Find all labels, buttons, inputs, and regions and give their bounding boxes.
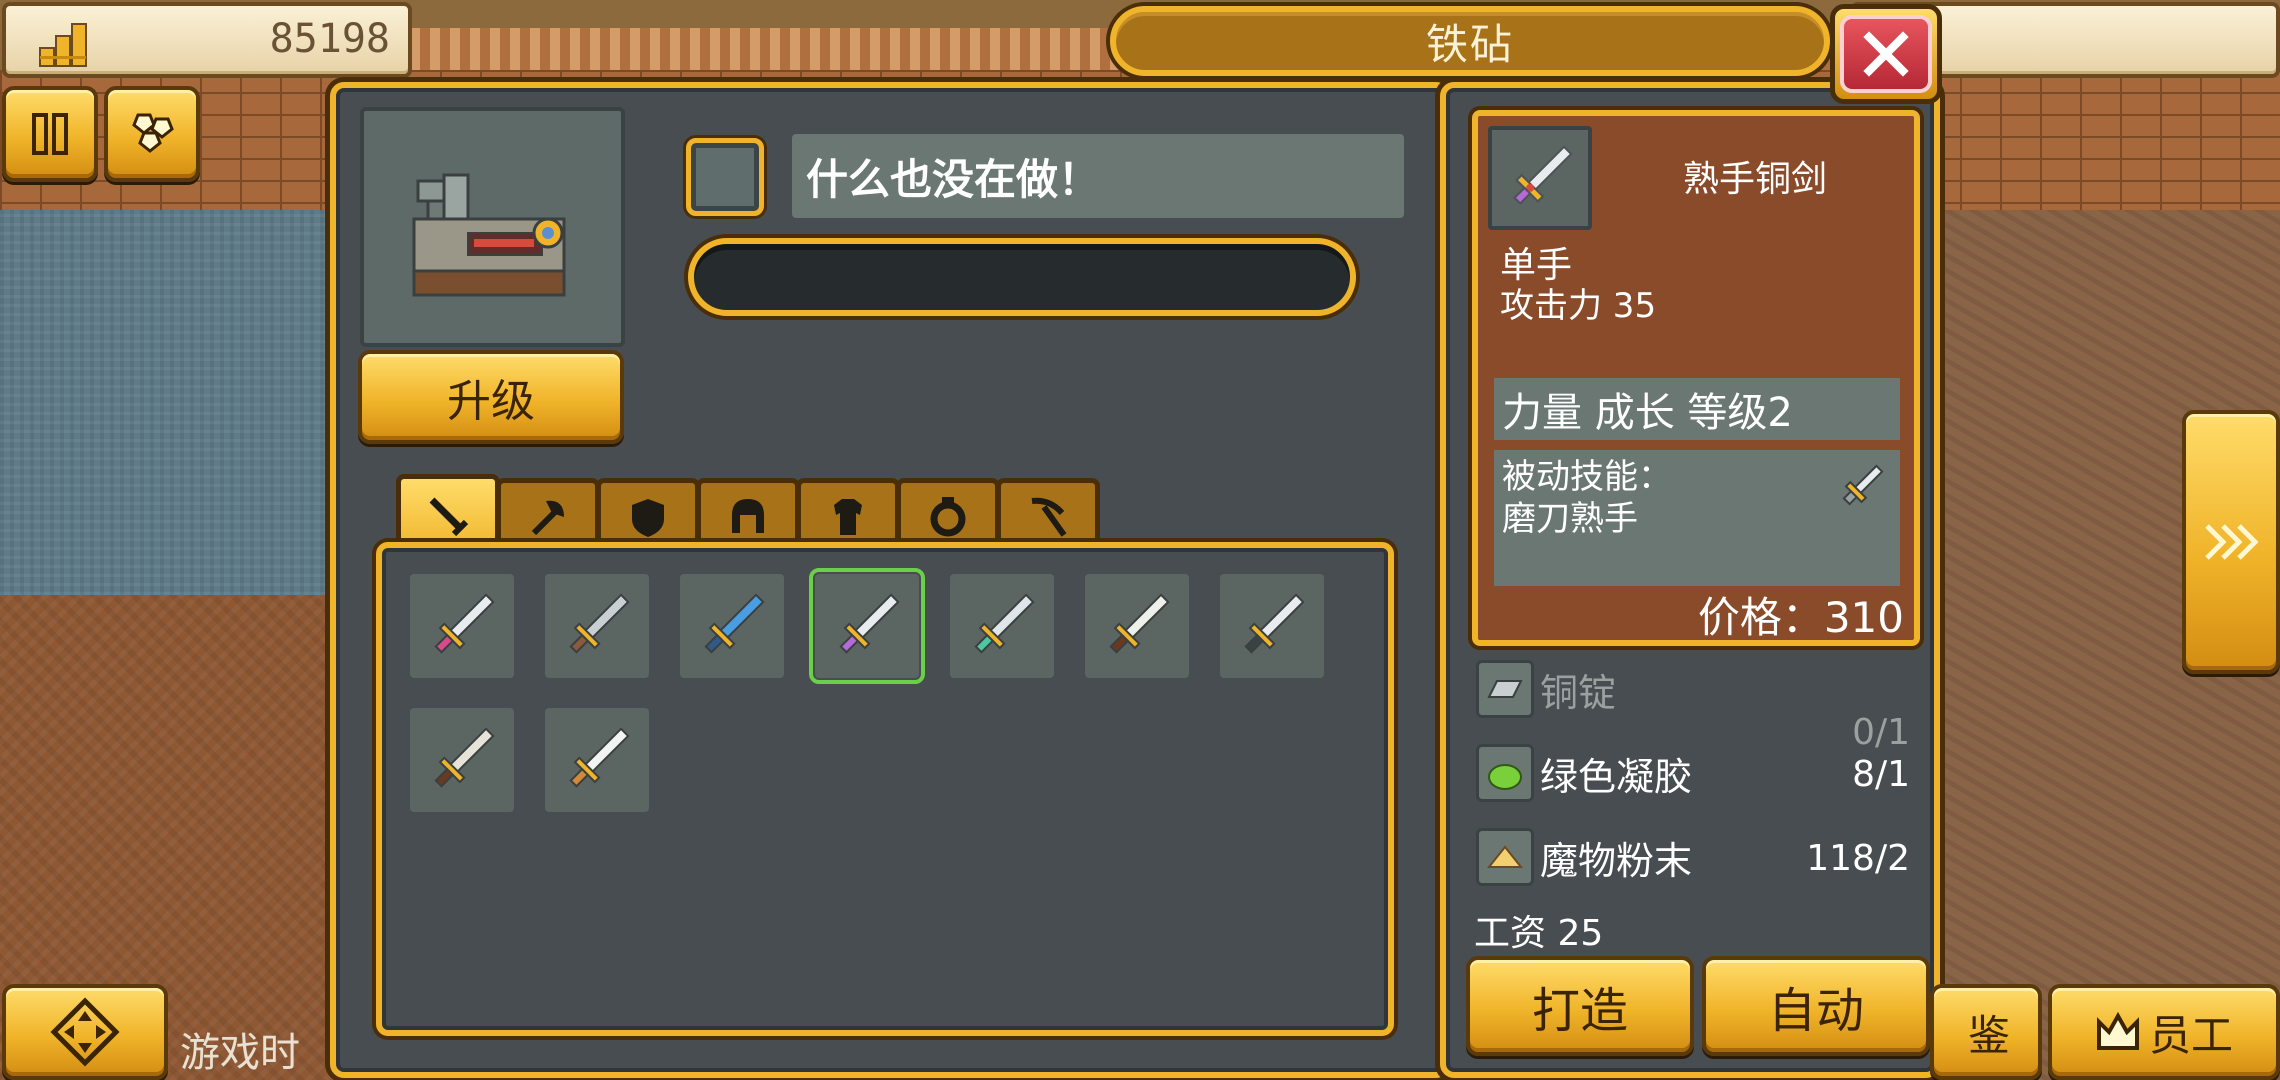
iron-longsword-icon — [1244, 593, 1305, 654]
item-name: 熟手铜剑 — [1682, 159, 1827, 200]
proficient-copper-sword-icon — [839, 593, 900, 654]
close-button-face — [1840, 15, 1932, 93]
material-icon-frame — [1476, 828, 1534, 886]
anvil-icon — [412, 173, 566, 297]
upgrade-button[interactable]: 升级 — [358, 350, 624, 444]
material-icon-frame — [1476, 660, 1534, 718]
item-icon-frame — [1488, 126, 1592, 230]
wage-text: 工资 25 — [1474, 913, 1604, 954]
gems-button[interactable] — [104, 86, 200, 182]
axe-icon — [531, 500, 564, 536]
material-name: 铜锭 — [1540, 671, 1617, 715]
material-icon-frame — [1476, 744, 1534, 802]
close-icon — [1863, 31, 1909, 77]
appraise-button[interactable]: 鉴 — [1930, 984, 2042, 1080]
recipe-slot[interactable] — [410, 574, 514, 678]
tab-armor[interactable] — [796, 478, 900, 551]
status-text-value: 什么也没在做！ — [806, 154, 1101, 204]
helmet-icon — [732, 499, 764, 533]
forge-button-label: 打造 — [1531, 983, 1628, 1039]
material-name: 魔物粉末 — [1540, 839, 1693, 883]
recipe-slot[interactable] — [809, 568, 925, 684]
tab-axe[interactable] — [496, 478, 600, 551]
tab-pickaxe[interactable] — [996, 478, 1100, 551]
material-count: 118/2 — [1806, 838, 1910, 879]
background-water — [0, 210, 330, 595]
item-attack: 攻击力 35 — [1500, 286, 1657, 326]
crafting-progress-bar — [688, 238, 1356, 316]
fast-forward-icon — [2205, 524, 2259, 560]
staff-button[interactable]: 员工 — [2048, 984, 2280, 1080]
next-panel-button[interactable] — [2182, 410, 2280, 674]
status-checkbox[interactable] — [686, 138, 764, 216]
money-bar: 85198 — [2, 2, 412, 78]
monster-powder-icon — [1486, 845, 1524, 868]
recipe-slot[interactable] — [950, 574, 1054, 678]
recipe-slot[interactable] — [545, 708, 649, 812]
item-price: 价格：310 — [1697, 593, 1904, 642]
tab-shield[interactable] — [596, 478, 700, 551]
whetstone-skill-icon — [1842, 464, 1884, 506]
dagger-pink-hilt-icon — [434, 593, 495, 654]
recipe-slot[interactable] — [410, 708, 514, 812]
close-button[interactable] — [1830, 4, 1942, 104]
recipe-slot[interactable] — [1085, 574, 1189, 678]
money-value: 85198 — [269, 16, 390, 62]
pause-icon — [32, 113, 68, 155]
passive-skill-box: 被动技能： 磨刀熟手 — [1494, 450, 1900, 586]
silver-broadsword-icon — [569, 727, 630, 788]
crown-icon — [2096, 1011, 2139, 1050]
auto-forge-button[interactable]: 自动 — [1702, 956, 1930, 1056]
pause-button[interactable] — [2, 86, 98, 182]
recipe-slot[interactable] — [680, 574, 784, 678]
recipe-slot[interactable] — [1220, 574, 1324, 678]
curved-knife-icon — [569, 593, 630, 654]
move-button[interactable] — [2, 984, 168, 1080]
dialog-title-text: 铁砧 — [1425, 19, 1514, 69]
material-count: 0/1 — [1852, 712, 1910, 753]
tab-helmet[interactable] — [696, 478, 800, 551]
tab-ring[interactable] — [896, 478, 1000, 551]
upgrade-button-label: 升级 — [447, 376, 535, 427]
item-growth-text: 力量 成长 等级2 — [1502, 390, 1793, 436]
passive-skill-title: 被动技能： — [1502, 457, 1672, 497]
forge-button[interactable]: 打造 — [1466, 956, 1694, 1056]
shield-icon — [632, 499, 664, 537]
gold-stack-icon — [39, 23, 87, 67]
crystal-blade-icon — [704, 593, 765, 654]
anvil-station-image — [360, 107, 625, 347]
sword-icon — [429, 497, 469, 537]
appraise-button-label: 鉴 — [1967, 1010, 2010, 1060]
ring-icon — [930, 497, 966, 537]
auto-button-label: 自动 — [1767, 983, 1864, 1039]
game-time-label: 游戏时 — [180, 1030, 300, 1076]
green-gel-icon — [1488, 764, 1522, 790]
bone-blade-icon — [1109, 593, 1170, 654]
copper-ingot-icon — [1487, 680, 1523, 698]
short-blade-icon — [434, 727, 495, 788]
status-text: 什么也没在做！ — [792, 134, 1404, 218]
gems-icon — [132, 113, 174, 153]
recipe-slot[interactable] — [545, 574, 649, 678]
pickaxe-icon — [1031, 497, 1067, 537]
dpad-icon — [50, 997, 120, 1067]
passive-skill-name: 磨刀熟手 — [1502, 499, 1638, 539]
item-growth: 力量 成长 等级2 — [1494, 378, 1900, 440]
material-count: 8/1 — [1852, 754, 1910, 795]
armor-icon — [834, 499, 862, 535]
material-name: 绿色凝胶 — [1540, 755, 1693, 799]
dialog-title: 铁砧 — [1110, 6, 1830, 76]
proficient-copper-sword-icon — [1513, 145, 1573, 205]
green-gem-knife-icon — [974, 593, 1035, 654]
staff-button-label: 员工 — [2148, 1010, 2233, 1060]
